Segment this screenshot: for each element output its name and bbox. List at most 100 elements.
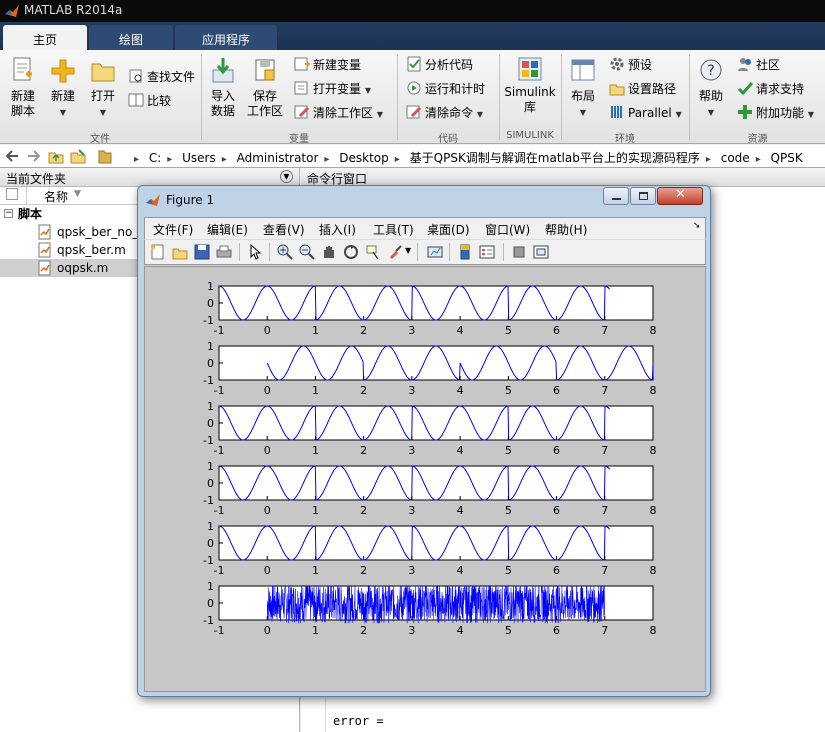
tab-plots[interactable]: 绘图 (89, 25, 173, 50)
x-tick-label: 0 (264, 384, 271, 397)
community-button[interactable]: 社区 (737, 56, 780, 74)
zoom-in-icon[interactable] (277, 244, 293, 260)
breadcrumb-item[interactable]: Users (182, 151, 216, 165)
x-tick-label: -1 (214, 564, 225, 577)
breadcrumb-item[interactable]: Desktop (339, 151, 389, 165)
preferences-button[interactable]: 预设 (609, 56, 652, 74)
open-variable-icon (294, 81, 308, 95)
pan-hand-icon[interactable] (321, 244, 337, 260)
import-data-button[interactable]: 导入 数据 (206, 56, 240, 119)
breadcrumb-item[interactable]: C: (149, 151, 161, 165)
analyze-code-button[interactable]: 分析代码 (406, 56, 473, 74)
colorbar-icon[interactable] (457, 244, 473, 260)
dock-arrow-icon[interactable]: ➘ (693, 221, 701, 231)
back-arrow-icon[interactable] (4, 148, 20, 164)
breadcrumb-item[interactable]: Administrator (237, 151, 319, 165)
hide-plot-tools-icon[interactable] (511, 244, 527, 260)
chevron-down-icon[interactable]: ▼ (405, 246, 411, 255)
save-icon[interactable] (194, 244, 210, 260)
breadcrumb-item[interactable]: code (721, 151, 750, 165)
zoom-out-icon[interactable] (299, 244, 315, 260)
rotate-3d-icon[interactable] (343, 244, 359, 260)
data-cursor-icon[interactable] (365, 244, 381, 260)
x-tick-label: 3 (408, 324, 415, 337)
x-tick-label: 4 (457, 504, 464, 517)
x-tick-label: 1 (312, 624, 319, 637)
clear-commands-button[interactable]: 清除命令 ▼ (406, 104, 483, 122)
menu-edit[interactable]: 编辑(E) (207, 221, 248, 238)
minimize-button[interactable] (603, 187, 629, 205)
help-button[interactable]: ? 帮助 ▼ (694, 56, 728, 120)
print-icon[interactable] (216, 244, 232, 260)
close-button[interactable]: ✕ (657, 187, 703, 205)
menu-file[interactable]: 文件(F) (153, 221, 193, 238)
x-tick-label: 0 (264, 564, 271, 577)
axes-box (218, 285, 654, 321)
request-support-button[interactable]: 请求支持 (737, 80, 804, 98)
tab-apps[interactable]: 应用程序 (175, 25, 277, 50)
community-icon (738, 58, 751, 71)
new-script-button[interactable]: 新建 脚本 (6, 56, 40, 119)
name-column-header[interactable]: 名称 (44, 188, 68, 205)
save-workspace-button[interactable]: 保存 工作区 (246, 56, 284, 119)
open-file-icon[interactable] (172, 244, 188, 260)
tab-home[interactable]: 主页 (3, 25, 87, 50)
menu-window[interactable]: 窗口(W) (485, 221, 530, 238)
pointer-icon[interactable] (247, 244, 263, 260)
brush-icon[interactable] (387, 244, 403, 260)
subplot-6[interactable]: 1 0 -1-1 0 1 2 3 4 5 6 7 8 (203, 580, 656, 637)
figure-window[interactable]: Figure 1 ✕ 文件(F) 编辑(E) 查看(V) 插入(I) 工具(T)… (137, 185, 711, 697)
new-figure-icon[interactable] (150, 244, 166, 260)
parallel-button[interactable]: Parallel ▼ (609, 104, 682, 122)
clear-workspace-button[interactable]: 清除工作区 ▼ (294, 104, 383, 122)
breadcrumb-item[interactable]: 基于QPSK调制与解调在matlab平台上的实现源码程序 (410, 151, 700, 165)
set-path-button[interactable]: 设置路径 (609, 80, 676, 98)
forward-arrow-icon[interactable] (26, 148, 42, 164)
new-variable-button[interactable]: 新建变量 (294, 56, 361, 74)
link-plot-icon[interactable] (427, 244, 443, 260)
subplot-4[interactable]: 1 0 -1-1 0 1 2 3 4 5 6 7 8 (203, 460, 656, 517)
subplot-1[interactable]: 1 0 -1-1 0 1 2 3 4 5 6 7 8 (203, 280, 656, 337)
open-variable-button[interactable]: 打开变量 ▼ (294, 80, 371, 98)
collapse-icon[interactable]: − (4, 209, 13, 218)
y-tick-label: -1 (203, 374, 214, 387)
app-title-bar: MATLAB R2014a (0, 0, 825, 22)
new-button[interactable]: 新建 ▼ (46, 56, 80, 120)
show-plot-tools-icon[interactable] (533, 244, 549, 260)
subplot-2[interactable]: 1 0 -1-1 0 1 2 3 4 5 6 7 8 (203, 340, 656, 397)
find-files-button[interactable]: 查找文件 (128, 68, 195, 86)
menu-view[interactable]: 查看(V) (263, 221, 305, 238)
panel-menu-icon[interactable]: ▼ (280, 170, 293, 183)
run-and-time-button[interactable]: 运行和计时 (406, 80, 485, 98)
menu-desktop[interactable]: 桌面(D) (427, 221, 470, 238)
menu-insert[interactable]: 插入(I) (319, 221, 356, 238)
menu-help[interactable]: 帮助(H) (545, 221, 587, 238)
checkbox[interactable] (6, 188, 18, 200)
browse-folder-icon[interactable] (70, 148, 86, 164)
ribbon-toolbar: 新建 脚本 新建 ▼ 打开 ▼ 查找文件 比较 文件 导入 数据 保存 工作区 新建… (0, 50, 825, 145)
group-label-resources: 资源 (747, 134, 768, 145)
x-tick-label: -1 (214, 324, 225, 337)
group-label-environment: 环境 (615, 134, 635, 145)
maximize-button[interactable] (630, 187, 656, 205)
close-icon: ✕ (675, 187, 686, 202)
compare-button[interactable]: 比较 (128, 92, 171, 110)
up-folder-icon[interactable] (48, 148, 64, 164)
layout-button[interactable]: 布局 ▼ (566, 56, 600, 120)
chevron-down-icon: ▼ (807, 110, 814, 119)
subplot-3[interactable]: 1 0 -1-1 0 1 2 3 4 5 6 7 8 (203, 400, 656, 457)
legend-icon[interactable] (479, 244, 495, 260)
group-separator (689, 54, 690, 140)
breadcrumb-separator: ▸ (755, 154, 761, 165)
x-tick-label: 8 (650, 444, 657, 457)
breadcrumb-item[interactable]: QPSK (771, 151, 803, 165)
simulink-library-button[interactable]: Simulink 库 (504, 56, 556, 115)
add-ons-button[interactable]: 附加功能 ▼ (737, 104, 814, 122)
x-tick-label: -1 (214, 504, 225, 517)
open-button[interactable]: 打开 ▼ (86, 56, 120, 120)
x-tick-label: -1 (214, 384, 225, 397)
subplot-5[interactable]: 1 0 -1-1 0 1 2 3 4 5 6 7 8 (203, 520, 656, 577)
matlab-logo-icon (146, 194, 160, 206)
x-tick-label: 8 (650, 384, 657, 397)
menu-tools[interactable]: 工具(T) (373, 221, 414, 238)
